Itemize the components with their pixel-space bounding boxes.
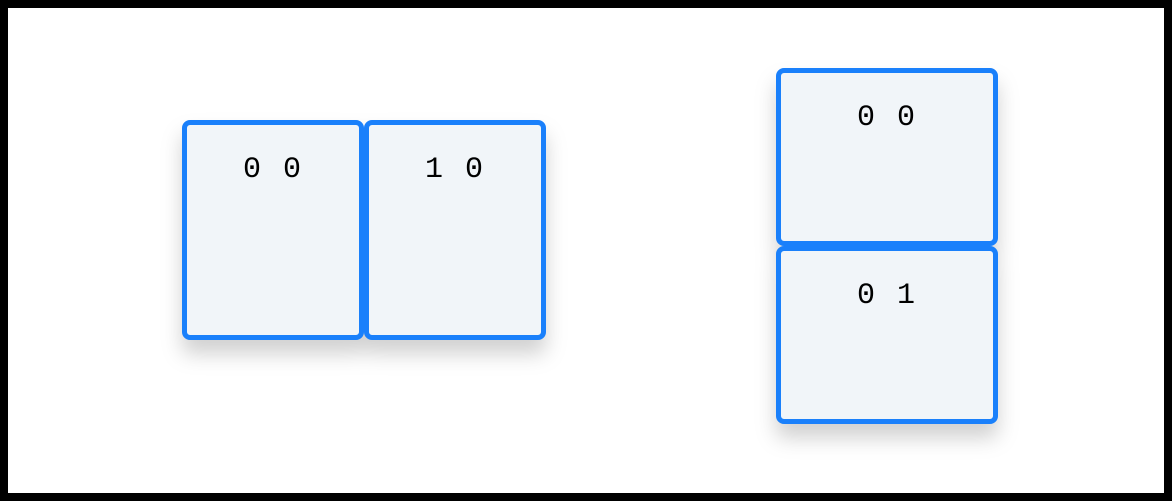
cell-label: 0 0 — [857, 101, 917, 135]
vertical-group: 0 0 0 1 — [776, 68, 998, 424]
horizontal-group: 0 0 1 0 — [182, 120, 546, 340]
grid-cell: 0 0 — [776, 68, 998, 246]
grid-cell: 0 1 — [776, 246, 998, 424]
cell-label: 1 0 — [425, 153, 485, 187]
diagram-canvas: 0 0 1 0 0 0 0 1 — [8, 8, 1164, 493]
cell-label: 0 1 — [857, 279, 917, 313]
cell-label: 0 0 — [243, 153, 303, 187]
grid-cell: 1 0 — [364, 120, 546, 340]
grid-cell: 0 0 — [182, 120, 364, 340]
